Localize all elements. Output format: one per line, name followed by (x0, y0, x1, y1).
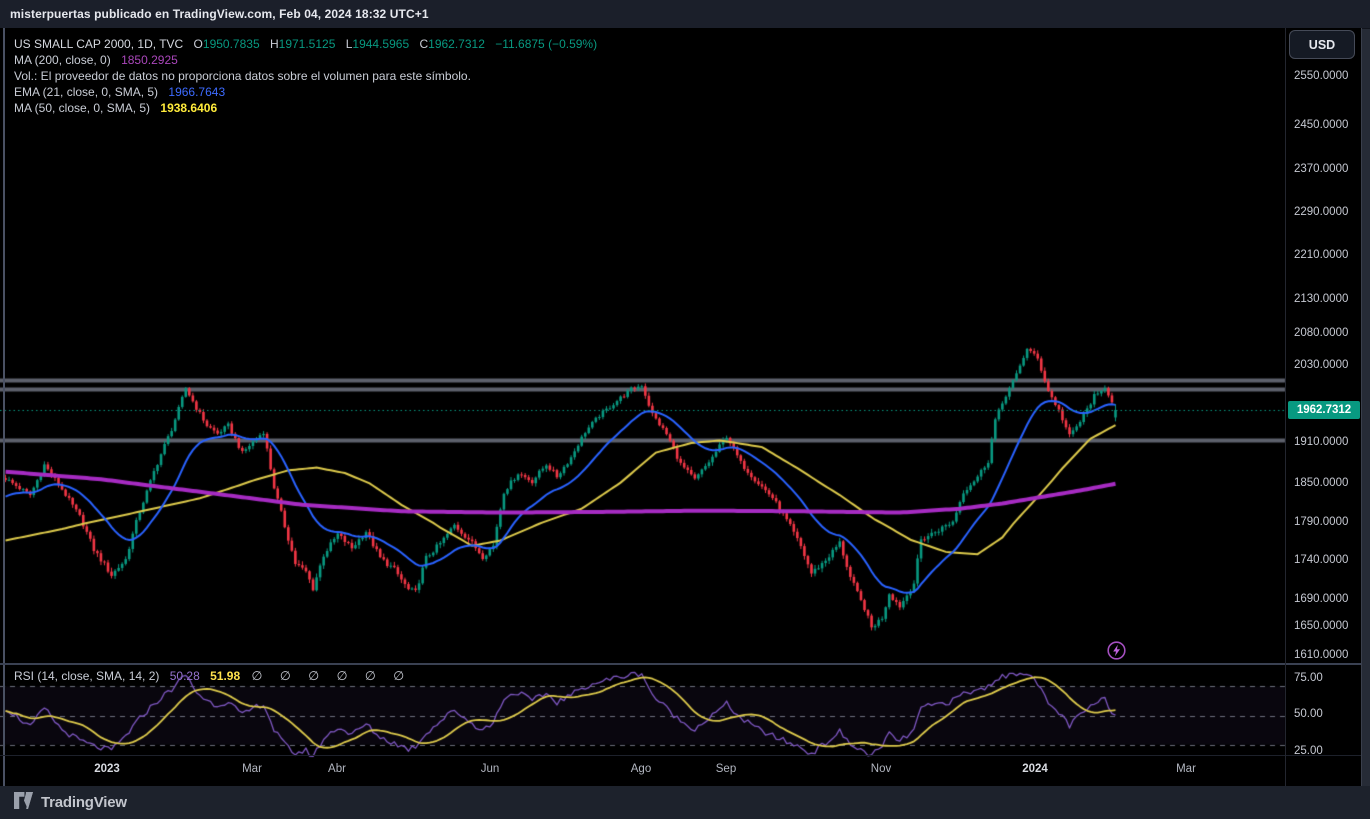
rsi-tick: 75.00 (1294, 672, 1323, 684)
chart-right-border (1361, 28, 1362, 786)
time-tick: Mar (242, 763, 262, 775)
high-label: H (269, 37, 279, 51)
high-value: 1971.5125 (278, 37, 336, 51)
close-value: 1962.7312 (428, 37, 485, 51)
time-tick: Mar (1176, 763, 1196, 775)
last-price-value: 1962.7312 (1296, 404, 1352, 416)
symbol-legend-row[interactable]: US SMALL CAP 2000, 1D, TVC O1950.7835 H1… (14, 36, 597, 52)
price-tick: 2370.0000 (1294, 163, 1349, 175)
volume-notice: Vol.: El proveedor de datos no proporcio… (14, 69, 471, 83)
price-tick: 2450.0000 (1294, 119, 1349, 131)
ema21-value: 1966.7643 (168, 85, 226, 99)
time-tick: Nov (870, 763, 892, 775)
ma200-value: 1850.2925 (121, 53, 178, 67)
indicator-legend: US SMALL CAP 2000, 1D, TVC O1950.7835 H1… (14, 36, 597, 116)
rsi-legend-row[interactable]: RSI (14, close, SMA, 14, 2) 50.28 51.98 … (14, 668, 411, 683)
rsi-empty-slots: ∅ ∅ ∅ ∅ ∅ ∅ (251, 669, 412, 683)
chart-frame: US SMALL CAP 2000, 1D, TVC O1950.7835 H1… (0, 28, 1362, 786)
price-tick: 2080.0000 (1294, 327, 1349, 339)
tradingview-logo-icon[interactable] (13, 791, 34, 815)
rsi-tick: 50.00 (1294, 708, 1323, 720)
pane-separator[interactable] (0, 663, 1362, 665)
price-tick: 1910.0000 (1294, 436, 1349, 448)
volume-legend-row[interactable]: Vol.: El proveedor de datos no proporcio… (14, 68, 597, 84)
time-tick: Ago (630, 763, 652, 775)
symbol-title: US SMALL CAP 2000, 1D, TVC (14, 37, 184, 51)
close-label: C (419, 37, 429, 51)
ma50-label: MA (50, close, 0, SMA, 5) (14, 101, 151, 115)
rsi-value: 50.28 (169, 669, 200, 683)
ma50-value: 1938.6406 (160, 101, 218, 115)
currency-toggle-button[interactable]: USD (1289, 30, 1355, 59)
ma200-legend-row[interactable]: MA (200, close, 0) 1850.2925 (14, 52, 597, 68)
price-tick: 2290.0000 (1294, 206, 1349, 218)
price-tick: 2210.0000 (1294, 249, 1349, 261)
ema21-label: EMA (21, close, 0, SMA, 5) (14, 85, 159, 99)
published-chart-page: misterpuertas publicado en TradingView.c… (0, 0, 1370, 819)
price-tick: 1650.0000 (1294, 620, 1349, 632)
footer-bar: TradingView (0, 786, 1370, 819)
price-tick: 1850.0000 (1294, 477, 1349, 489)
price-tick: 1610.0000 (1294, 649, 1349, 661)
change-value: −11.6875 (−0.59%) (495, 37, 598, 51)
left-edge-line (3, 28, 5, 786)
time-tick: 2024 (1022, 763, 1048, 775)
last-price-badge: 1962.7312 (1288, 401, 1360, 419)
time-tick: 2023 (94, 763, 120, 775)
time-tick: Jun (480, 763, 500, 775)
time-axis-separator (0, 755, 1362, 756)
price-tick: 2130.0000 (1294, 293, 1349, 305)
ma50-legend-row[interactable]: MA (50, close, 0, SMA, 5) 1938.6406 (14, 100, 597, 116)
rsi-ma-value: 51.98 (210, 669, 241, 683)
price-tick: 2550.0000 (1294, 70, 1349, 82)
ma200-label: MA (200, close, 0) (14, 53, 111, 67)
boost-lightning-icon[interactable] (1107, 641, 1126, 660)
rsi-label: RSI (14, close, SMA, 14, 2) (14, 669, 160, 683)
attribution-link[interactable]: misterpuertas publicado en TradingView.c… (10, 7, 429, 21)
attribution-bar: misterpuertas publicado en TradingView.c… (0, 0, 1370, 29)
time-tick: Sep (715, 763, 737, 775)
price-tick: 1790.0000 (1294, 516, 1349, 528)
rsi-tick: 25.00 (1294, 745, 1323, 757)
ema21-legend-row[interactable]: EMA (21, close, 0, SMA, 5) 1966.7643 (14, 84, 597, 100)
price-tick: 1690.0000 (1294, 593, 1349, 605)
price-tick: 1740.0000 (1294, 554, 1349, 566)
open-label: O (193, 37, 203, 51)
time-tick: Abr (328, 763, 346, 775)
price-axis-border (1285, 28, 1286, 786)
tradingview-wordmark[interactable]: TradingView (41, 794, 127, 811)
currency-label: USD (1308, 37, 1336, 52)
price-tick: 2030.0000 (1294, 359, 1349, 371)
open-value: 1950.7835 (202, 37, 260, 51)
low-value: 1944.5965 (352, 37, 410, 51)
